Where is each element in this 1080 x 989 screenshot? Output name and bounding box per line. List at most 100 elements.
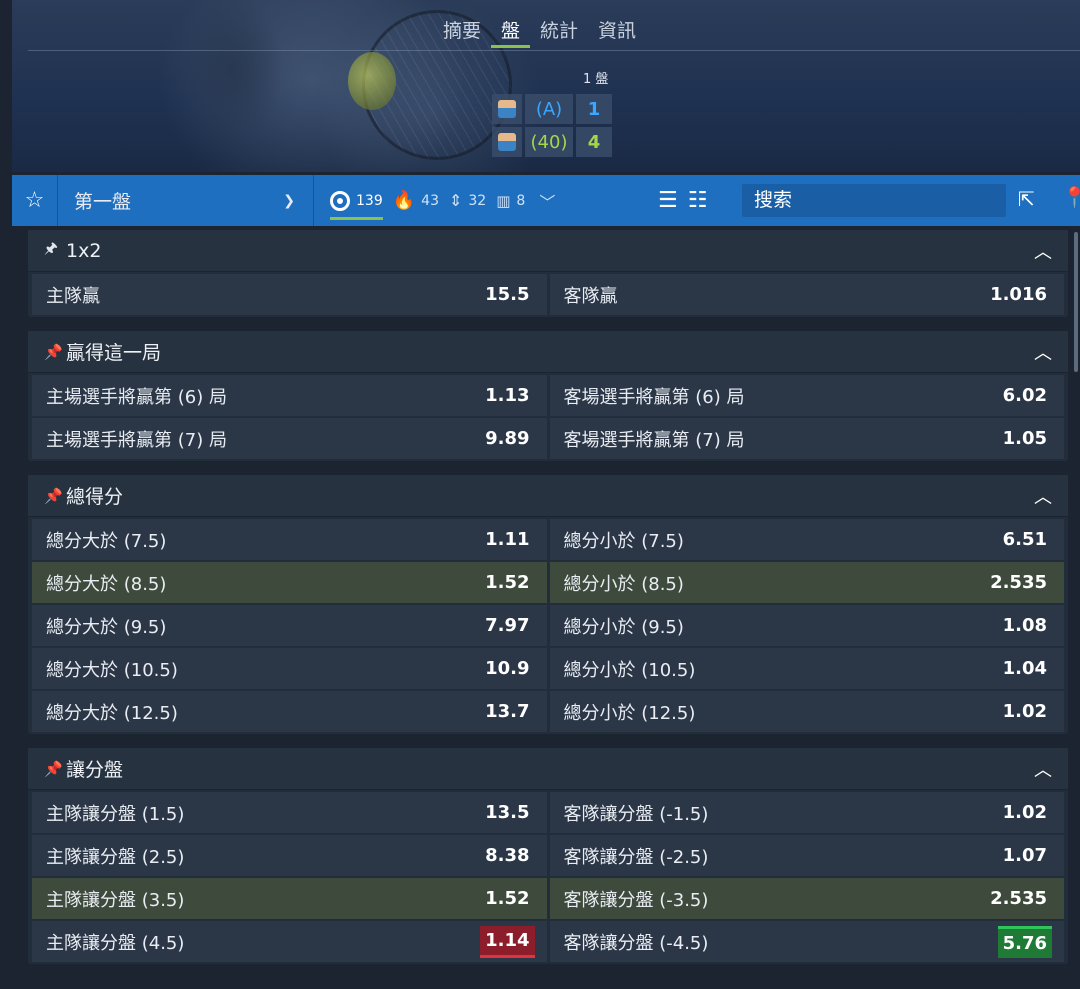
view-toggle: ☰ ☷ bbox=[658, 188, 707, 213]
odds-row: 主隊贏 15.5 客隊贏 1.016 bbox=[28, 274, 1068, 315]
odds-selection[interactable]: 總分小於 (12.5) 1.02 bbox=[549, 691, 1064, 732]
odds-selection[interactable]: 總分小於 (8.5) 2.535 bbox=[549, 562, 1064, 603]
single-column-view-icon[interactable]: ☰ bbox=[658, 188, 678, 213]
selection-name: 客場選手將贏第 (6) 局 bbox=[563, 386, 745, 408]
star-icon[interactable]: ☆ bbox=[12, 175, 58, 226]
selection-name: 總分大於 (8.5) bbox=[46, 573, 167, 595]
search-input[interactable]: 搜索 bbox=[742, 184, 1006, 217]
odds-value: 1.016 bbox=[990, 284, 1047, 305]
market-title: 1x2 bbox=[66, 239, 102, 262]
odds-selection[interactable]: 主場選手將贏第 (6) 局 1.13 bbox=[32, 375, 547, 416]
current-points: (40) bbox=[525, 127, 573, 157]
odds-value: 7.97 bbox=[485, 615, 530, 636]
market-card: 📌 總得分 ︿ 總分大於 (7.5) 1.11 總分小於 (7.5) 6.51 總分大於 (8… bbox=[28, 475, 1068, 734]
odds-selection[interactable]: 總分大於 (8.5) 1.52 bbox=[32, 562, 547, 603]
pin-icon[interactable]: 📌 bbox=[44, 760, 66, 778]
selection-name: 主隊贏 bbox=[46, 285, 100, 307]
odds-selection[interactable]: 總分大於 (12.5) 13.7 bbox=[32, 691, 547, 732]
tabs-divider bbox=[28, 50, 1080, 51]
two-column-view-icon[interactable]: ☷ bbox=[688, 188, 708, 213]
market-header[interactable]: 📌 贏得這一局 ︿ bbox=[28, 331, 1068, 373]
counter-value: 8 bbox=[516, 192, 526, 209]
odds-value: 9.89 bbox=[485, 428, 530, 449]
selection-name: 主隊讓分盤 (1.5) bbox=[46, 803, 185, 825]
odds-selection[interactable]: 總分小於 (7.5) 6.51 bbox=[549, 519, 1064, 560]
chevron-down-icon[interactable]: ﹀ bbox=[535, 189, 555, 213]
match-tabs: 摘要 盤 統計 資訊 bbox=[443, 18, 646, 48]
chevron-up-icon[interactable]: ︿ bbox=[1034, 339, 1052, 365]
odds-row: 主隊讓分盤 (1.5) 13.5 客隊讓分盤 (-1.5) 1.02 bbox=[28, 792, 1068, 833]
filter-popular-markets[interactable]: 🔥 43 bbox=[393, 175, 439, 226]
selection-name: 客隊讓分盤 (-4.5) bbox=[563, 932, 709, 954]
odds-row: 總分大於 (7.5) 1.11 總分小於 (7.5) 6.51 bbox=[28, 519, 1068, 560]
pin-icon[interactable]: 📍 bbox=[1062, 185, 1080, 209]
pin-icon[interactable]: 📌 bbox=[44, 487, 66, 505]
chevron-up-icon[interactable]: ︿ bbox=[1034, 238, 1052, 264]
selection-name: 客隊讓分盤 (-3.5) bbox=[563, 889, 709, 911]
odds-value: 1.07 bbox=[1002, 845, 1047, 866]
collapse-all-icon[interactable]: ⇱ bbox=[1018, 187, 1035, 211]
scoreboard-row-away: (40) 4 bbox=[492, 127, 612, 157]
set-label: 1 盤 bbox=[583, 72, 609, 87]
odds-selection[interactable]: 客隊贏 1.016 bbox=[549, 274, 1064, 315]
odds-value: 13.5 bbox=[485, 802, 530, 823]
odds-row: 主場選手將贏第 (6) 局 1.13 客場選手將贏第 (6) 局 6.02 bbox=[28, 375, 1068, 416]
market-card: 🖈 1x2 ︿ 主隊贏 15.5 客隊贏 1.016 bbox=[28, 230, 1068, 317]
odds-selection[interactable]: 客隊讓分盤 (-2.5) 1.07 bbox=[549, 835, 1064, 876]
period-dropdown[interactable]: 第一盤 ❯ bbox=[58, 175, 314, 226]
market-title: 總得分 bbox=[66, 486, 124, 508]
odds-selection[interactable]: 總分大於 (7.5) 1.11 bbox=[32, 519, 547, 560]
odds-selection[interactable]: 主場選手將贏第 (7) 局 9.89 bbox=[32, 418, 547, 459]
odds-selection[interactable]: 總分大於 (10.5) 10.9 bbox=[32, 648, 547, 689]
odds-selection[interactable]: 總分大於 (9.5) 7.97 bbox=[32, 605, 547, 646]
selection-name: 主隊讓分盤 (2.5) bbox=[46, 846, 185, 868]
odds-value: 1.52 bbox=[485, 888, 530, 909]
odds-selection[interactable]: 客隊讓分盤 (-4.5) 5.76 bbox=[549, 921, 1064, 962]
odds-selection[interactable]: 客隊讓分盤 (-3.5) 2.535 bbox=[549, 878, 1064, 919]
market-title: 贏得這一局 bbox=[66, 342, 162, 364]
tab-summary[interactable]: 摘要 bbox=[443, 18, 491, 48]
odds-value: 1.14 bbox=[480, 925, 535, 958]
odds-value: 1.02 bbox=[1002, 802, 1047, 823]
markets-list: 🖈 1x2 ︿ 主隊贏 15.5 客隊贏 1.016 📌 贏得這一局 ︿ 主場選手將贏第 (6) 局… bbox=[28, 230, 1068, 978]
selection-name: 主隊讓分盤 (3.5) bbox=[46, 889, 185, 911]
selection-name: 總分大於 (12.5) bbox=[46, 702, 178, 724]
odds-value: 13.7 bbox=[485, 701, 530, 722]
odds-selection[interactable]: 客隊讓分盤 (-1.5) 1.02 bbox=[549, 792, 1064, 833]
odds-selection[interactable]: 主隊讓分盤 (4.5) 1.14 bbox=[32, 921, 547, 962]
selection-name: 總分大於 (10.5) bbox=[46, 659, 178, 681]
filter-over-under-markets[interactable]: ⇕ 32 bbox=[449, 175, 486, 226]
chevron-up-icon[interactable]: ︿ bbox=[1034, 756, 1052, 782]
odds-selection[interactable]: 客場選手將贏第 (7) 局 1.05 bbox=[549, 418, 1064, 459]
filter-all-markets[interactable]: 139 bbox=[330, 175, 383, 226]
filter-stats-markets[interactable]: ▥ 8 bbox=[496, 175, 525, 226]
odds-value: 2.535 bbox=[990, 888, 1047, 909]
odds-value: 2.535 bbox=[990, 572, 1047, 593]
selection-name: 總分小於 (9.5) bbox=[563, 616, 684, 638]
player-background-image bbox=[162, 0, 312, 172]
market-header[interactable]: 📌 總得分 ︿ bbox=[28, 475, 1068, 517]
pin-icon[interactable]: 🖈 bbox=[44, 238, 66, 263]
odds-selection[interactable]: 主隊讓分盤 (2.5) 8.38 bbox=[32, 835, 547, 876]
scrollbar[interactable] bbox=[1074, 232, 1078, 372]
odds-selection[interactable]: 主隊讓分盤 (1.5) 13.5 bbox=[32, 792, 547, 833]
chevron-up-icon[interactable]: ︿ bbox=[1034, 483, 1052, 509]
odds-row: 主場選手將贏第 (7) 局 9.89 客場選手將贏第 (7) 局 1.05 bbox=[28, 418, 1068, 459]
odds-selection[interactable]: 客場選手將贏第 (6) 局 6.02 bbox=[549, 375, 1064, 416]
tab-stats[interactable]: 統計 bbox=[530, 18, 588, 48]
selection-name: 總分小於 (12.5) bbox=[563, 702, 696, 724]
market-header[interactable]: 🖈 1x2 ︿ bbox=[28, 230, 1068, 272]
tab-odds[interactable]: 盤 bbox=[491, 18, 531, 48]
market-card: 📌 讓分盤 ︿ 主隊讓分盤 (1.5) 13.5 客隊讓分盤 (-1.5) 1.02 主隊讓分… bbox=[28, 748, 1068, 964]
tab-info[interactable]: 資訊 bbox=[588, 18, 646, 48]
odds-selection[interactable]: 主隊讓分盤 (3.5) 1.52 bbox=[32, 878, 547, 919]
pin-icon[interactable]: 📌 bbox=[44, 343, 66, 361]
odds-selection[interactable]: 主隊贏 15.5 bbox=[32, 274, 547, 315]
selection-name: 客隊讓分盤 (-1.5) bbox=[563, 803, 709, 825]
counter-value: 139 bbox=[356, 192, 383, 209]
market-header[interactable]: 📌 讓分盤 ︿ bbox=[28, 748, 1068, 790]
odds-selection[interactable]: 總分小於 (10.5) 1.04 bbox=[549, 648, 1064, 689]
odds-selection[interactable]: 總分小於 (9.5) 1.08 bbox=[549, 605, 1064, 646]
counter-value: 32 bbox=[468, 192, 487, 209]
player-avatar-icon bbox=[492, 127, 522, 157]
